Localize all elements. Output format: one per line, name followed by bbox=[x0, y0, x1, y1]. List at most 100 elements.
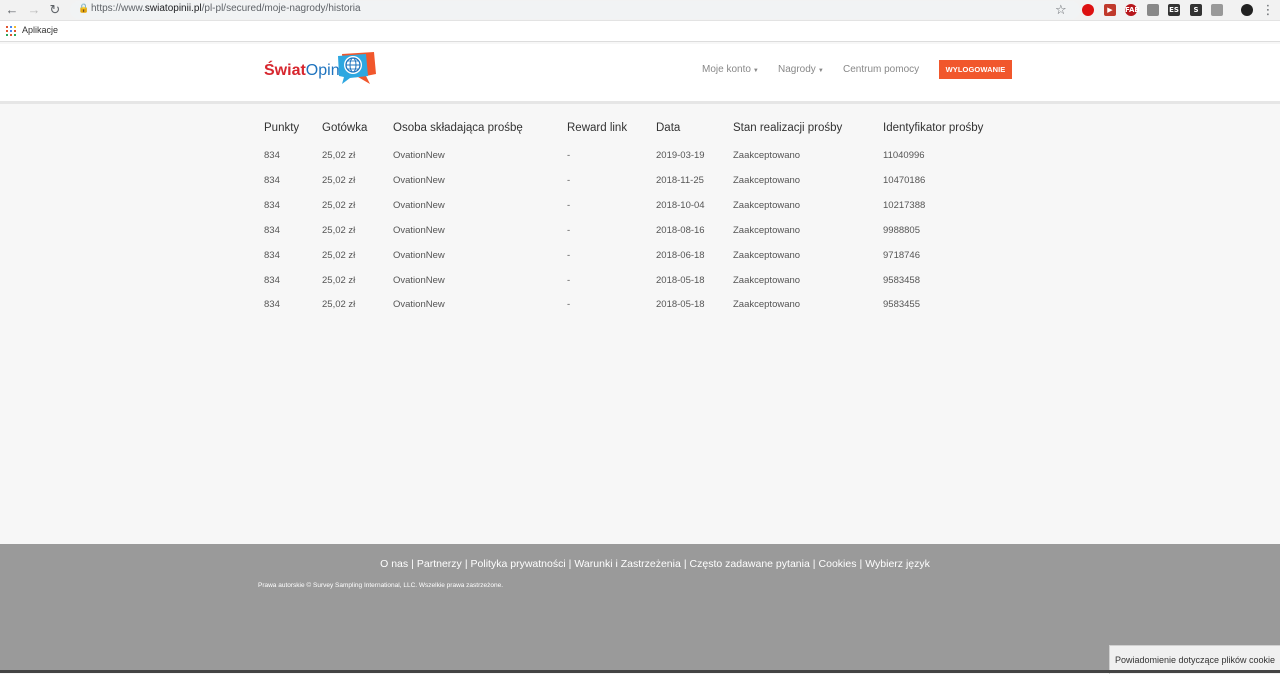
cell-status: Zaakceptowano bbox=[733, 274, 801, 286]
address-url: https://www.swiatopinii.pl/pl-pl/secured… bbox=[91, 3, 361, 14]
cell-cash: 25,02 zł bbox=[322, 299, 356, 311]
nav-help-center[interactable]: Centrum pomocy bbox=[843, 64, 919, 75]
logo-text-swiat: Świat bbox=[264, 62, 306, 79]
nav-rewards[interactable]: Nagrody ▼ bbox=[778, 64, 824, 75]
cell-date: 2018-05-18 bbox=[656, 299, 705, 311]
s-extension-icon[interactable]: S bbox=[1190, 4, 1202, 16]
profile-avatar-icon[interactable] bbox=[1241, 4, 1253, 16]
footer-link-faq[interactable]: Często zadawane pytania bbox=[690, 558, 810, 570]
cell-reward-link: - bbox=[567, 299, 571, 311]
image-extension-icon[interactable] bbox=[1211, 4, 1223, 16]
cell-cash: 25,02 zł bbox=[322, 150, 356, 161]
cell-date: 2018-06-18 bbox=[656, 249, 705, 261]
header-status: Stan realizacji prośby bbox=[733, 122, 843, 134]
fab-extension-icon[interactable]: FAB bbox=[1125, 4, 1140, 16]
opera-extension-icon[interactable] bbox=[1082, 4, 1094, 16]
browser-toolbar: ← → ↻ 🔒 https://www.swiatopinii.pl/pl-pl… bbox=[0, 0, 1280, 21]
menu-dots-icon[interactable]: ⋮ bbox=[1260, 2, 1276, 18]
cell-cash: 25,02 zł bbox=[322, 224, 356, 236]
cell-status: Zaakceptowano bbox=[733, 249, 801, 261]
cell-points: 834 bbox=[264, 224, 280, 236]
cell-reward-link: - bbox=[567, 174, 571, 186]
cell-date: 2018-11-25 bbox=[656, 174, 704, 186]
table-row: 834 25,02 zł OvationNew - 2018-05-18 Zaakcept… bbox=[264, 299, 1024, 315]
lock-icon: 🔒 bbox=[78, 3, 90, 13]
globe-speech-bubble-icon bbox=[338, 52, 376, 84]
cell-request-id: 9583458 bbox=[883, 274, 920, 286]
apps-grid-icon[interactable] bbox=[6, 26, 16, 36]
footer-link-partners[interactable]: Partnerzy bbox=[417, 558, 462, 570]
cell-cash: 25,02 zł bbox=[322, 274, 356, 286]
table-row: 834 25,02 zł OvationNew - 2018-08-16 Zaakcept… bbox=[264, 225, 1024, 241]
caret-down-icon: ▼ bbox=[752, 68, 759, 74]
reload-icon[interactable]: ↻ bbox=[47, 2, 63, 18]
cell-status: Zaakceptowano bbox=[733, 299, 801, 311]
header-requester: Osoba składająca prośbę bbox=[393, 122, 523, 134]
cell-cash: 25,02 zł bbox=[322, 199, 356, 211]
video-extension-icon[interactable]: ▶ bbox=[1104, 4, 1116, 16]
cell-request-id: 10217388 bbox=[883, 199, 926, 211]
cell-request-id: 11040996 bbox=[883, 150, 925, 161]
cell-points: 834 bbox=[264, 199, 280, 211]
cell-cash: 25,02 zł bbox=[322, 249, 356, 261]
forward-arrow-icon[interactable]: → bbox=[26, 2, 42, 18]
header-reward-link: Reward link bbox=[567, 122, 628, 134]
cell-date: 2019-03-19 bbox=[656, 150, 705, 161]
cell-points: 834 bbox=[264, 274, 280, 286]
cell-request-id: 9718746 bbox=[883, 249, 920, 261]
footer-link-language[interactable]: Wybierz język bbox=[865, 558, 930, 570]
footer-links: O nas | Partnerzy | Polityka prywatności | War… bbox=[380, 558, 930, 570]
nav-my-account[interactable]: Moje konto ▼ bbox=[702, 64, 759, 75]
cell-requester: OvationNew bbox=[393, 174, 445, 186]
bookmark-star-icon[interactable]: ☆ bbox=[1055, 2, 1067, 18]
footer-link-terms[interactable]: Warunki i Zastrzeżenia bbox=[574, 558, 680, 570]
cell-request-id: 9988805 bbox=[883, 224, 920, 236]
cell-requester: OvationNew bbox=[393, 299, 445, 311]
cell-status: Zaakceptowano bbox=[733, 199, 801, 211]
cell-points: 834 bbox=[264, 299, 280, 311]
copyright-text: Prawa autorskie © Survey Sampling Intern… bbox=[258, 582, 504, 589]
cell-points: 834 bbox=[264, 249, 280, 261]
logout-button[interactable]: WYLOGOWANIE bbox=[939, 60, 1012, 79]
cell-cash: 25,02 zł bbox=[322, 174, 356, 186]
card-extension-icon[interactable] bbox=[1147, 4, 1159, 16]
cell-points: 834 bbox=[264, 150, 280, 161]
cell-status: Zaakceptowano bbox=[733, 224, 801, 236]
footer-link-about[interactable]: O nas bbox=[380, 558, 408, 570]
address-bar[interactable]: 🔒 https://www.swiatopinii.pl/pl-pl/secur… bbox=[70, 1, 1080, 19]
cell-reward-link: - bbox=[567, 224, 571, 236]
table-row: 834 25,02 zł OvationNew - 2018-05-18 Zaakcept… bbox=[264, 275, 1024, 291]
site-header: ŚwiatOpinii Moje konto ▼ Nagrody ▼ Centrum… bbox=[0, 44, 1280, 104]
caret-down-icon: ▼ bbox=[817, 68, 824, 74]
cell-requester: OvationNew bbox=[393, 224, 445, 236]
cell-points: 834 bbox=[264, 174, 280, 186]
footer-link-privacy[interactable]: Polityka prywatności bbox=[471, 558, 566, 570]
cell-reward-link: - bbox=[567, 274, 571, 286]
cell-status: Zaakceptowano bbox=[733, 174, 801, 186]
table-row: 834 25,02 zł OvationNew - 2018-10-04 Zaakcept… bbox=[264, 200, 1024, 216]
back-arrow-icon[interactable]: ← bbox=[4, 2, 20, 18]
cell-date: 2018-10-04 bbox=[656, 199, 705, 211]
cell-reward-link: - bbox=[567, 199, 571, 211]
es-extension-icon[interactable]: ES bbox=[1168, 4, 1180, 16]
table-row: 834 25,02 zł OvationNew - 2019-03-19 Zaakcept… bbox=[264, 150, 1024, 166]
cell-request-id: 10470186 bbox=[883, 174, 926, 186]
header-cash: Gotówka bbox=[322, 122, 368, 134]
cell-reward-link: - bbox=[567, 249, 571, 261]
footer-link-cookies[interactable]: Cookies bbox=[819, 558, 857, 570]
cell-status: Zaakceptowano bbox=[733, 150, 801, 161]
header-date: Data bbox=[656, 122, 681, 134]
cell-requester: OvationNew bbox=[393, 274, 445, 286]
bookmarks-bar: Aplikacje bbox=[0, 21, 1280, 42]
site-footer: O nas | Partnerzy | Polityka prywatności | War… bbox=[0, 544, 1280, 673]
table-row: 834 25,02 zł OvationNew - 2018-06-18 Zaakcept… bbox=[264, 250, 1024, 266]
cell-requester: OvationNew bbox=[393, 150, 445, 161]
cell-requester: OvationNew bbox=[393, 199, 445, 211]
table-row: 834 25,02 zł OvationNew - 2018-11-25 Zaakcept… bbox=[264, 175, 1024, 191]
apps-bookmark[interactable]: Aplikacje bbox=[22, 25, 58, 35]
cell-date: 2018-08-16 bbox=[656, 224, 705, 236]
cell-reward-link: - bbox=[567, 150, 571, 161]
header-points: Punkty bbox=[264, 122, 300, 134]
cell-date: 2018-05-18 bbox=[656, 274, 705, 286]
header-request-id: Identyfikator prośby bbox=[883, 122, 984, 134]
